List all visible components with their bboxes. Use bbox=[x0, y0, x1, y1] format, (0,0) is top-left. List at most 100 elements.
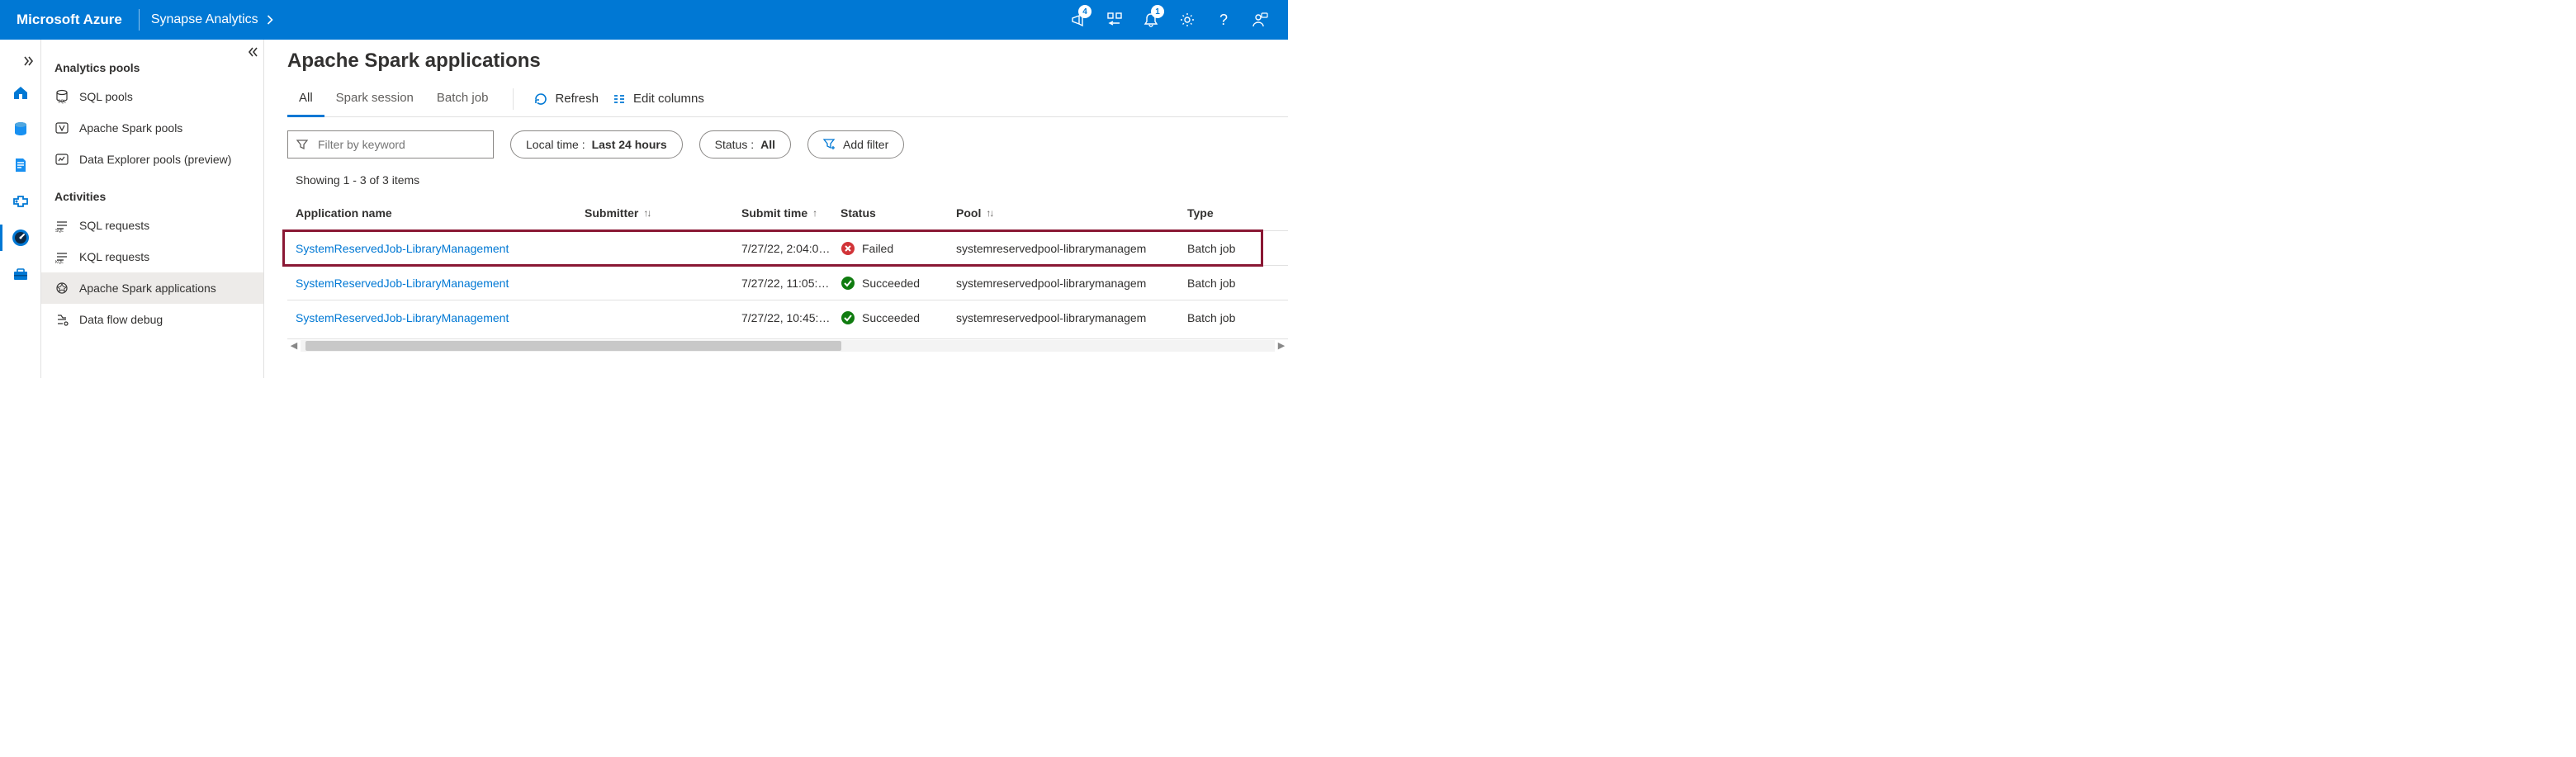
filter-grid-icon bbox=[1106, 12, 1123, 28]
table-row[interactable]: SystemReservedJob-LibraryManagement 7/27… bbox=[287, 231, 1288, 266]
edit-columns-button[interactable]: Edit columns bbox=[605, 81, 711, 117]
sidebar-collapse-toggle[interactable] bbox=[247, 46, 258, 58]
rail-data[interactable] bbox=[0, 111, 41, 147]
refresh-icon bbox=[533, 92, 548, 106]
sidebar-item-spark-apps[interactable]: Apache Spark applications bbox=[41, 272, 263, 304]
page-title: Apache Spark applications bbox=[287, 50, 1288, 73]
notifications-button[interactable]: 1 bbox=[1133, 0, 1169, 40]
rail-monitor[interactable] bbox=[0, 220, 41, 256]
add-filter-label: Add filter bbox=[843, 138, 888, 151]
main-panel: Apache Spark applications All Spark sess… bbox=[264, 40, 1288, 378]
time-range-label: Local time : bbox=[526, 138, 585, 151]
svg-text:KQL: KQL bbox=[55, 260, 64, 264]
cell-application-name[interactable]: SystemReservedJob-LibraryManagement bbox=[296, 277, 585, 290]
cloud-shell-button[interactable]: 4 bbox=[1060, 0, 1096, 40]
sidebar-item-dx-pools[interactable]: Data Explorer pools (preview) bbox=[41, 144, 263, 175]
rail-expand-toggle[interactable] bbox=[0, 48, 41, 74]
rail-integrate[interactable] bbox=[0, 183, 41, 220]
breadcrumb-chevron-icon bbox=[267, 15, 274, 25]
scroll-right-arrow-icon[interactable]: ▶ bbox=[1275, 339, 1288, 352]
keyword-input[interactable] bbox=[316, 137, 485, 152]
scroll-thumb[interactable] bbox=[305, 341, 841, 351]
breadcrumb-label: Synapse Analytics bbox=[151, 12, 258, 27]
status-filter-label: Status : bbox=[715, 138, 754, 151]
status-text: Succeeded bbox=[862, 277, 920, 290]
promo-badge: 4 bbox=[1078, 5, 1091, 18]
keyword-filter[interactable] bbox=[287, 130, 494, 158]
scroll-track[interactable] bbox=[301, 340, 1275, 352]
brand-divider bbox=[139, 9, 140, 31]
data-explorer-icon bbox=[54, 152, 69, 167]
cell-application-name[interactable]: SystemReservedJob-LibraryManagement bbox=[296, 242, 585, 255]
cell-status: Succeeded bbox=[841, 310, 956, 325]
sidebar-item-dataflow-debug[interactable]: Data flow debug bbox=[41, 304, 263, 335]
status-success-icon bbox=[841, 276, 855, 291]
result-count: Showing 1 - 3 of 3 items bbox=[287, 165, 1288, 195]
brand-title[interactable]: Microsoft Azure bbox=[17, 12, 137, 28]
sidebar-item-label: Apache Spark applications bbox=[79, 282, 216, 295]
tabbar: All Spark session Batch job Refresh Edit… bbox=[287, 81, 1288, 117]
time-range-filter[interactable]: Local time : Last 24 hours bbox=[510, 130, 683, 158]
group-title-activities: Activities bbox=[41, 175, 263, 210]
sidebar-item-sql-requests[interactable]: SQL SQL requests bbox=[41, 210, 263, 241]
col-submitter[interactable]: Submitter ↑↓ bbox=[585, 206, 741, 220]
table-header: Application name Submitter ↑↓ Submit tim… bbox=[287, 195, 1288, 231]
col-application-name[interactable]: Application name bbox=[296, 206, 585, 220]
sidebar-item-label: Data Explorer pools (preview) bbox=[79, 153, 231, 166]
col-type[interactable]: Type bbox=[1187, 206, 1286, 220]
sort-icon: ↑ bbox=[812, 207, 816, 219]
col-pool[interactable]: Pool ↑↓ bbox=[956, 206, 1187, 220]
cell-pool: systemreservedpool-librarymanagem bbox=[956, 277, 1187, 290]
col-submit-time[interactable]: Submit time ↑ bbox=[741, 206, 841, 220]
horizontal-scrollbar[interactable]: ◀ ▶ bbox=[287, 338, 1288, 352]
topbar-actions: 4 1 ? bbox=[1060, 0, 1278, 40]
sql-requests-icon: SQL bbox=[54, 218, 69, 233]
document-icon bbox=[12, 156, 30, 174]
sidebar-item-kql-requests[interactable]: KQL KQL requests bbox=[41, 241, 263, 272]
tab-all[interactable]: All bbox=[287, 81, 324, 117]
person-feedback-icon bbox=[1252, 12, 1268, 28]
status-failed-icon bbox=[841, 241, 855, 256]
dataflow-debug-icon bbox=[54, 312, 69, 327]
add-filter-icon bbox=[823, 138, 836, 151]
rail-develop[interactable] bbox=[0, 147, 41, 183]
edit-columns-label: Edit columns bbox=[633, 92, 704, 106]
sidebar-item-sql-pools[interactable]: SQL SQL pools bbox=[41, 81, 263, 112]
azure-topbar: Microsoft Azure Synapse Analytics 4 1 bbox=[0, 0, 1288, 40]
pipeline-icon bbox=[12, 192, 30, 211]
feedback-button[interactable] bbox=[1242, 0, 1278, 40]
status-filter-value: All bbox=[760, 138, 775, 151]
cell-status: Failed bbox=[841, 241, 956, 256]
cell-application-name[interactable]: SystemReservedJob-LibraryManagement bbox=[296, 311, 585, 324]
add-filter-button[interactable]: Add filter bbox=[807, 130, 904, 158]
left-icon-rail bbox=[0, 40, 41, 378]
database-icon bbox=[12, 120, 30, 138]
col-status[interactable]: Status bbox=[841, 206, 956, 220]
cell-status: Succeeded bbox=[841, 276, 956, 291]
sidebar-item-spark-pools[interactable]: Apache Spark pools bbox=[41, 112, 263, 144]
table-row[interactable]: SystemReservedJob-LibraryManagement 7/27… bbox=[287, 266, 1288, 300]
rail-manage[interactable] bbox=[0, 256, 41, 292]
status-filter[interactable]: Status : All bbox=[699, 130, 791, 158]
filter-funnel-icon bbox=[296, 139, 308, 150]
question-icon: ? bbox=[1219, 12, 1228, 29]
breadcrumb-synapse[interactable]: Synapse Analytics bbox=[151, 12, 274, 27]
help-button[interactable]: ? bbox=[1205, 0, 1242, 40]
tab-batch-job[interactable]: Batch job bbox=[425, 81, 500, 117]
sidebar-item-label: Data flow debug bbox=[79, 313, 163, 326]
tab-spark-session[interactable]: Spark session bbox=[324, 81, 425, 117]
directory-switch-button[interactable] bbox=[1096, 0, 1133, 40]
rail-home[interactable] bbox=[0, 74, 41, 111]
sort-icon: ↑↓ bbox=[986, 207, 992, 219]
time-range-value: Last 24 hours bbox=[592, 138, 667, 151]
sidebar-item-label: SQL requests bbox=[79, 219, 149, 232]
applications-table: Application name Submitter ↑↓ Submit tim… bbox=[287, 195, 1288, 335]
cell-type: Batch job bbox=[1187, 242, 1286, 255]
status-text: Succeeded bbox=[862, 311, 920, 324]
scroll-left-arrow-icon[interactable]: ◀ bbox=[287, 339, 301, 352]
refresh-button[interactable]: Refresh bbox=[527, 81, 605, 117]
tabbar-divider bbox=[513, 88, 514, 110]
settings-button[interactable] bbox=[1169, 0, 1205, 40]
kql-requests-icon: KQL bbox=[54, 249, 69, 264]
table-row[interactable]: SystemReservedJob-LibraryManagement 7/27… bbox=[287, 300, 1288, 335]
